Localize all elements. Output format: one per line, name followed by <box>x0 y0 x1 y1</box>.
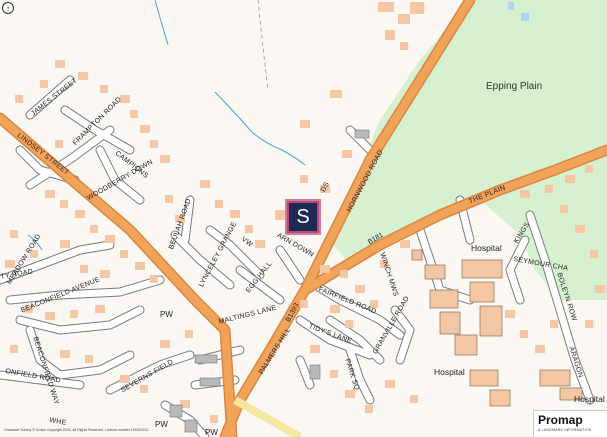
copyright-notice: Ordnance Survey © Crown Copyright 2023. … <box>4 428 149 432</box>
map-canvas[interactable]: ↑ Epping Plain JAMES STREET LINDSEY STRE… <box>0 0 607 437</box>
stream <box>154 0 169 46</box>
site-marker[interactable]: S <box>285 199 321 235</box>
site-marker-label: S <box>289 203 317 231</box>
logo-name: Promap <box>538 413 583 427</box>
water-pond <box>508 2 514 10</box>
poi-hospital: Hospital <box>574 394 605 404</box>
stream <box>214 91 306 166</box>
poi-hospital: Hospital <box>471 243 502 253</box>
poi-place-of-worship: PW <box>205 428 218 437</box>
logo-tagline: A LANDMARK INFORMATION <box>538 428 592 432</box>
water-pond <box>521 13 529 21</box>
poi-place-of-worship: PW <box>155 420 168 429</box>
railway-yellow <box>233 396 302 437</box>
track <box>257 0 269 91</box>
north-arrow-icon: ↑ <box>2 2 14 14</box>
area-label-epping-plain: Epping Plain <box>486 81 543 92</box>
poi-hospital: Hospital <box>434 367 465 377</box>
poi-place-of-worship: PW <box>160 310 173 319</box>
promap-logo: Promap A LANDMARK INFORMATION <box>533 410 607 437</box>
